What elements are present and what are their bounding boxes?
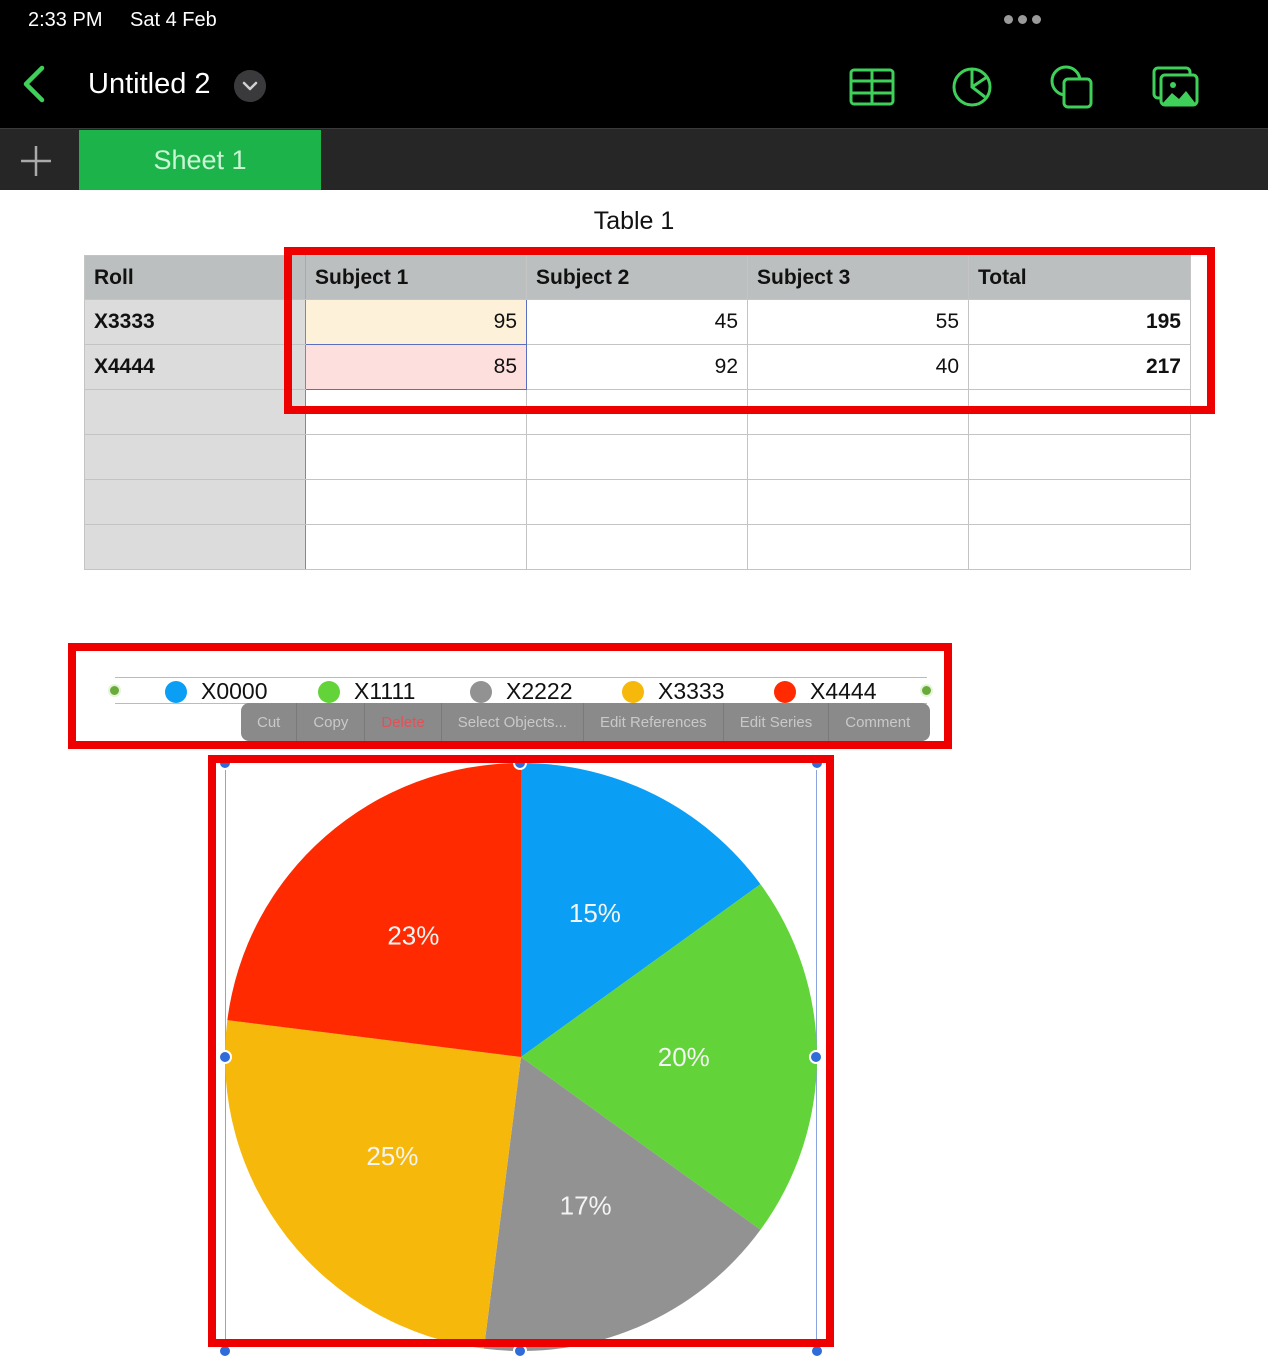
tab-sheet-1[interactable]: Sheet 1 <box>79 130 321 190</box>
cell[interactable] <box>747 524 969 570</box>
cell[interactable] <box>305 524 527 570</box>
table-icon[interactable] <box>847 64 897 110</box>
cell-roll[interactable]: X3333 <box>84 299 306 345</box>
header-roll[interactable]: Roll <box>84 255 306 300</box>
photo-icon[interactable] <box>1150 64 1200 110</box>
plus-icon[interactable] <box>18 143 54 179</box>
cell[interactable] <box>305 479 527 525</box>
highlight-box-table <box>284 247 1215 414</box>
cell[interactable] <box>526 479 748 525</box>
cell-roll[interactable] <box>84 389 306 435</box>
table-title[interactable]: Table 1 <box>0 207 1268 236</box>
status-bar: 2:33 PM Sat 4 Feb <box>0 0 1268 42</box>
shapes-icon[interactable] <box>1047 64 1097 110</box>
highlight-box-legend <box>68 643 952 749</box>
cell[interactable] <box>526 524 748 570</box>
toolbar: Untitled 2 <box>0 42 1268 128</box>
pie-chart-icon[interactable] <box>947 64 997 110</box>
status-time: 2:33 PM <box>28 9 103 31</box>
cell-roll[interactable] <box>84 434 306 480</box>
cell[interactable] <box>747 434 969 480</box>
cell[interactable] <box>747 479 969 525</box>
table-row <box>84 524 1191 570</box>
cell[interactable] <box>526 434 748 480</box>
status-date: Sat 4 Feb <box>130 9 217 31</box>
cell-roll[interactable] <box>84 479 306 525</box>
cell[interactable] <box>968 524 1191 570</box>
chevron-down-icon[interactable] <box>234 70 266 102</box>
cell[interactable] <box>305 434 527 480</box>
chevron-left-icon[interactable] <box>18 64 48 104</box>
cell-roll[interactable]: X4444 <box>84 344 306 390</box>
sheet-bar: Sheet 1 <box>0 128 1268 190</box>
table-row <box>84 479 1191 525</box>
multitasking-dots-icon[interactable] <box>1004 15 1041 24</box>
cell-roll[interactable] <box>84 524 306 570</box>
document-title[interactable]: Untitled 2 <box>88 68 211 101</box>
highlight-box-chart <box>208 755 834 1347</box>
table-row <box>84 434 1191 480</box>
cell[interactable] <box>968 434 1191 480</box>
cell[interactable] <box>968 479 1191 525</box>
